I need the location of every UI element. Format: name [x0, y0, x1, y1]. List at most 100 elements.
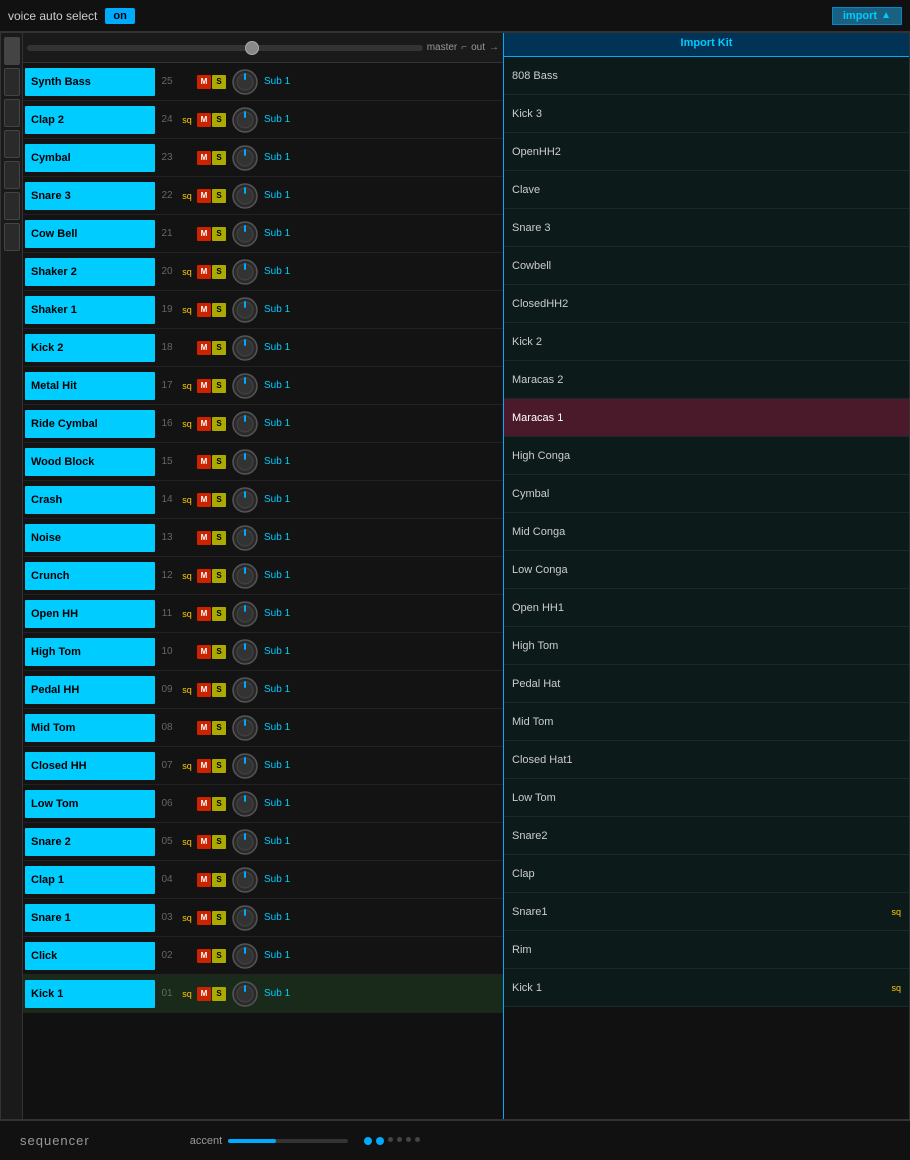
solo-button[interactable]: S — [212, 911, 226, 925]
import-row[interactable]: Snare 3 — [504, 209, 909, 247]
knob[interactable] — [230, 523, 260, 553]
knob[interactable] — [230, 941, 260, 971]
knob[interactable] — [230, 903, 260, 933]
side-tab-7[interactable] — [4, 223, 20, 251]
channel-row[interactable]: Low Tom 06 M S Sub 1 — [23, 785, 503, 823]
knob[interactable] — [230, 675, 260, 705]
channel-row[interactable]: Snare 1 03 sq M S Sub 1 — [23, 899, 503, 937]
side-tab-5[interactable] — [4, 161, 20, 189]
mute-button[interactable]: M — [197, 151, 211, 165]
mute-button[interactable]: M — [197, 265, 211, 279]
channel-row[interactable]: Snare 2 05 sq M S Sub 1 — [23, 823, 503, 861]
mute-button[interactable]: M — [197, 455, 211, 469]
solo-button[interactable]: S — [212, 683, 226, 697]
side-tab-2[interactable] — [4, 68, 20, 96]
mute-button[interactable]: M — [197, 303, 211, 317]
channel-name[interactable]: Cymbal — [25, 144, 155, 172]
knob[interactable] — [230, 827, 260, 857]
solo-button[interactable]: S — [212, 113, 226, 127]
solo-button[interactable]: S — [212, 75, 226, 89]
mute-button[interactable]: M — [197, 607, 211, 621]
import-row[interactable]: Mid Tom — [504, 703, 909, 741]
knob[interactable] — [230, 67, 260, 97]
channel-row[interactable]: Pedal HH 09 sq M S Sub 1 — [23, 671, 503, 709]
solo-button[interactable]: S — [212, 607, 226, 621]
solo-button[interactable]: S — [212, 569, 226, 583]
solo-button[interactable]: S — [212, 797, 226, 811]
import-button[interactable]: import ▲ — [832, 7, 902, 25]
accent-slider[interactable] — [228, 1139, 348, 1143]
channel-row[interactable]: Wood Block 15 M S Sub 1 — [23, 443, 503, 481]
channel-row[interactable]: Click 02 M S Sub 1 — [23, 937, 503, 975]
solo-button[interactable]: S — [212, 949, 226, 963]
import-row[interactable]: Kick 3 — [504, 95, 909, 133]
solo-button[interactable]: S — [212, 151, 226, 165]
mute-button[interactable]: M — [197, 227, 211, 241]
solo-button[interactable]: S — [212, 227, 226, 241]
import-row[interactable]: Clave — [504, 171, 909, 209]
solo-button[interactable]: S — [212, 873, 226, 887]
channel-name[interactable]: Cow Bell — [25, 220, 155, 248]
channel-name[interactable]: Shaker 2 — [25, 258, 155, 286]
channel-row[interactable]: Shaker 2 20 sq M S Sub 1 — [23, 253, 503, 291]
knob[interactable] — [230, 637, 260, 667]
channel-row[interactable]: Closed HH 07 sq M S Sub 1 — [23, 747, 503, 785]
side-tab-3[interactable] — [4, 99, 20, 127]
channel-name[interactable]: Metal Hit — [25, 372, 155, 400]
mute-button[interactable]: M — [197, 949, 211, 963]
knob[interactable] — [230, 751, 260, 781]
solo-button[interactable]: S — [212, 417, 226, 431]
channel-name[interactable]: Wood Block — [25, 448, 155, 476]
solo-button[interactable]: S — [212, 189, 226, 203]
channel-row[interactable]: Noise 13 M S Sub 1 — [23, 519, 503, 557]
import-row[interactable]: Low Tom — [504, 779, 909, 817]
channel-row[interactable]: Synth Bass 25 M S Sub 1 — [23, 63, 503, 101]
channel-row[interactable]: Open HH 11 sq M S Sub 1 — [23, 595, 503, 633]
channel-name[interactable]: Clap 1 — [25, 866, 155, 894]
channel-name[interactable]: Closed HH — [25, 752, 155, 780]
master-slider[interactable] — [27, 45, 423, 51]
channel-row[interactable]: Ride Cymbal 16 sq M S Sub 1 — [23, 405, 503, 443]
channel-row[interactable]: Shaker 1 19 sq M S Sub 1 — [23, 291, 503, 329]
knob[interactable] — [230, 219, 260, 249]
channel-name[interactable]: Shaker 1 — [25, 296, 155, 324]
channel-name[interactable]: Mid Tom — [25, 714, 155, 742]
knob[interactable] — [230, 447, 260, 477]
mute-button[interactable]: M — [197, 683, 211, 697]
import-row[interactable]: Closed Hat1 — [504, 741, 909, 779]
channel-row[interactable]: Metal Hit 17 sq M S Sub 1 — [23, 367, 503, 405]
import-row[interactable]: Maracas 2 — [504, 361, 909, 399]
channel-row[interactable]: Snare 3 22 sq M S Sub 1 — [23, 177, 503, 215]
channel-name[interactable]: Synth Bass — [25, 68, 155, 96]
channel-name[interactable]: Noise — [25, 524, 155, 552]
import-row[interactable]: 808 Bass — [504, 57, 909, 95]
channel-name[interactable]: Ride Cymbal — [25, 410, 155, 438]
mute-button[interactable]: M — [197, 341, 211, 355]
channel-row[interactable]: Clap 2 24 sq M S Sub 1 — [23, 101, 503, 139]
solo-button[interactable]: S — [212, 759, 226, 773]
channel-name[interactable]: Pedal HH — [25, 676, 155, 704]
side-tab-1[interactable] — [4, 37, 20, 65]
import-row[interactable]: Cowbell — [504, 247, 909, 285]
mute-button[interactable]: M — [197, 493, 211, 507]
mute-button[interactable]: M — [197, 75, 211, 89]
import-row[interactable]: Rim — [504, 931, 909, 969]
mute-button[interactable]: M — [197, 531, 211, 545]
import-row[interactable]: Open HH1 — [504, 589, 909, 627]
solo-button[interactable]: S — [212, 835, 226, 849]
knob[interactable] — [230, 713, 260, 743]
knob[interactable] — [230, 409, 260, 439]
import-row[interactable]: Maracas 1 — [504, 399, 909, 437]
knob[interactable] — [230, 485, 260, 515]
channel-name[interactable]: Snare 2 — [25, 828, 155, 856]
import-row[interactable]: Kick 2 — [504, 323, 909, 361]
import-row[interactable]: High Tom — [504, 627, 909, 665]
knob[interactable] — [230, 257, 260, 287]
mute-button[interactable]: M — [197, 759, 211, 773]
knob[interactable] — [230, 371, 260, 401]
knob[interactable] — [230, 105, 260, 135]
knob[interactable] — [230, 295, 260, 325]
channel-row[interactable]: Cymbal 23 M S Sub 1 — [23, 139, 503, 177]
channel-row[interactable]: Crash 14 sq M S Sub 1 — [23, 481, 503, 519]
import-row[interactable]: ClosedHH2 — [504, 285, 909, 323]
